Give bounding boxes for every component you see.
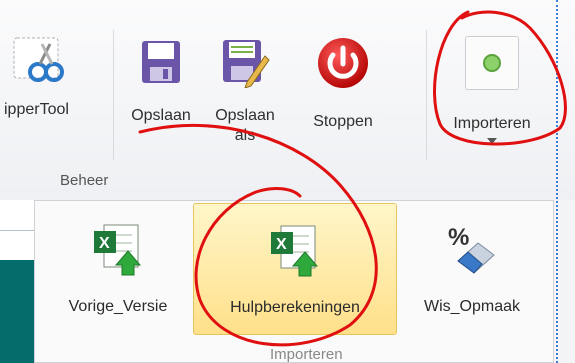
dropdown-item-vorige-versie[interactable]: X Vorige_Versie: [43, 205, 193, 333]
save-icon: [142, 41, 180, 83]
dropdown-item-label: Vorige_Versie: [68, 298, 168, 315]
snippertool-button[interactable]: ipperTool: [0, 32, 108, 120]
import-icon: [483, 54, 501, 72]
chevron-down-icon: [487, 138, 497, 144]
divider-line: [0, 230, 34, 231]
dropdown-item-wis-opmaak[interactable]: % Wis_Opmaak: [397, 205, 547, 333]
teal-panel: [0, 260, 34, 363]
stop-button[interactable]: Stoppen: [288, 36, 398, 132]
left-background: [0, 200, 34, 363]
scissors-icon: [13, 37, 64, 82]
group-label-beheer: Beheer: [60, 172, 109, 189]
save-label: Opslaan: [131, 107, 191, 124]
save-button[interactable]: Opslaan: [127, 40, 195, 126]
dropdown-item-label: Hulpberekeningen: [230, 299, 360, 316]
excel-import-icon: X: [94, 224, 142, 276]
clear-format-icon: %: [448, 224, 495, 274]
excel-import-icon: X: [271, 225, 319, 277]
svg-text:X: X: [276, 236, 287, 253]
save-as-icon: [223, 40, 270, 88]
separator: [113, 30, 114, 160]
dropdown-item-label: Wis_Opmaak: [423, 298, 521, 315]
save-as-label-line1: Opslaan: [215, 107, 275, 124]
separator: [426, 30, 427, 160]
svg-text:%: %: [448, 224, 469, 251]
dropdown-item-hulpberekeningen[interactable]: X Hulpberekeningen: [193, 203, 397, 335]
group-label-importeren: Importeren: [270, 346, 343, 363]
stop-label: Stoppen: [313, 113, 373, 130]
dotted-divider: [556, 0, 558, 363]
save-as-button[interactable]: Opslaan als: [200, 36, 290, 146]
import-button[interactable]: Importeren: [432, 36, 552, 144]
power-icon: [318, 38, 368, 88]
save-as-label-line2: als: [234, 127, 256, 144]
svg-text:X: X: [99, 235, 110, 252]
import-dropdown: X Vorige_Versie X Hulpberekeningen % Wis…: [34, 200, 554, 363]
import-icon-frame: [465, 36, 519, 90]
snippertool-label: ipperTool: [4, 101, 69, 118]
import-label: Importeren: [453, 115, 531, 132]
